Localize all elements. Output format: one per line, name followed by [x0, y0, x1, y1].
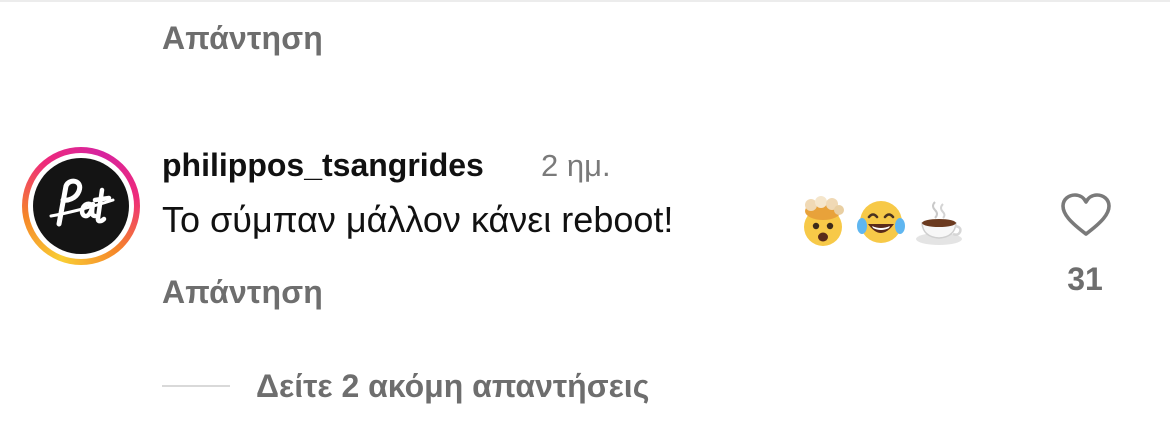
avatar[interactable] [22, 147, 140, 265]
avatar-ring-gap [28, 153, 134, 259]
comment-emojis [797, 196, 965, 248]
comment-timestamp: 2 ημ. [541, 148, 611, 183]
comment-reply-button[interactable]: Απάντηση [162, 274, 323, 311]
pat-logo-icon [49, 178, 115, 227]
top-divider [0, 0, 1170, 2]
reply-button[interactable]: Απάντηση [162, 20, 323, 57]
like-count: 31 [1067, 261, 1103, 297]
comment-text: Το σύμπαν μάλλον κάνει reboot! [162, 199, 674, 240]
hot-beverage-emoji [916, 201, 962, 245]
tears-of-joy-emoji [857, 201, 905, 243]
view-more-replies-button[interactable]: Δείτε 2 ακόμη απαντήσεις [256, 368, 649, 405]
heart-icon [1061, 193, 1111, 236]
avatar-logo [33, 158, 129, 254]
like-button[interactable] [1060, 192, 1112, 238]
exploding-head-emoji [804, 196, 844, 246]
comment-username[interactable]: philippos_tsangrides [162, 147, 484, 184]
replies-divider-line [162, 385, 230, 387]
